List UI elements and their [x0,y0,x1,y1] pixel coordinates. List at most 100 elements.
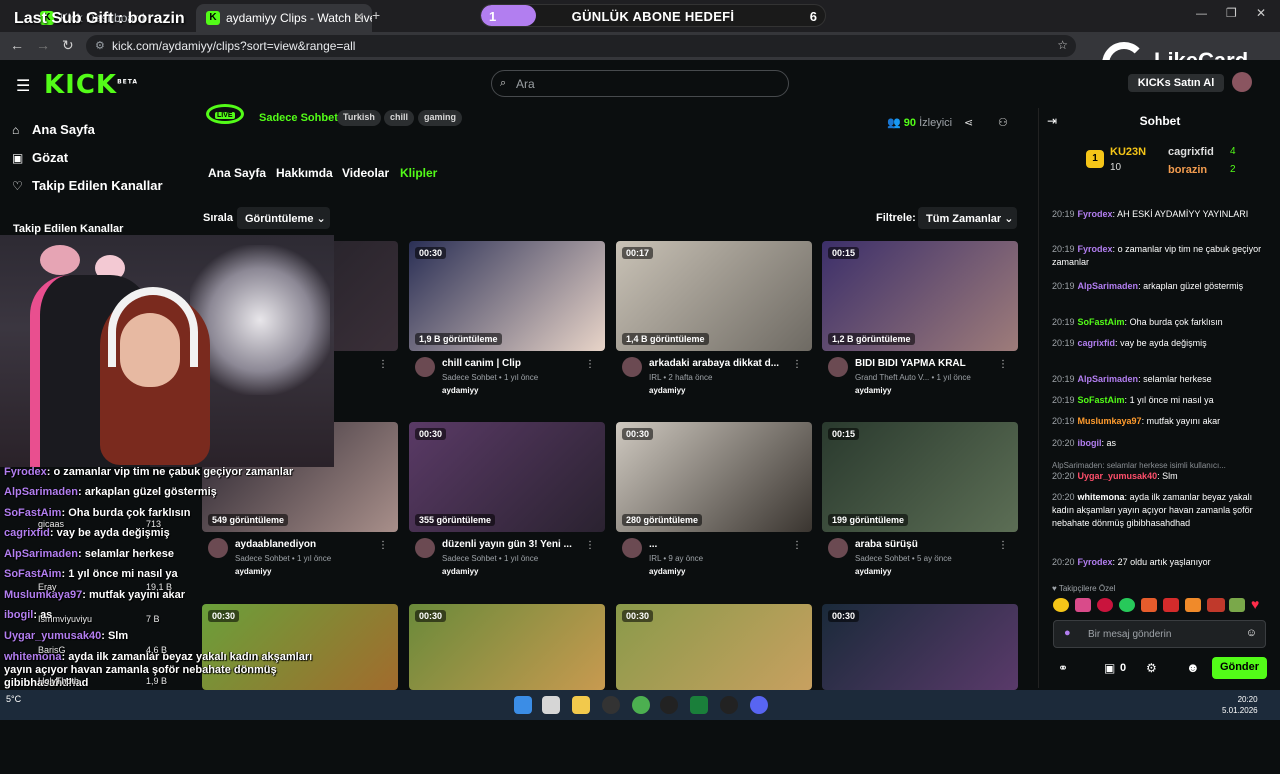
clip-card[interactable]: 00:17 1,4 B görüntüleme arkadaki arabaya d… [616,241,812,411]
app-icon[interactable] [660,696,678,714]
clip-card[interactable]: 00:15 1,2 B görüntüleme BIDI BIDI YAPMA KR… [822,241,1018,411]
back-arrow-icon[interactable]: ← [10,37,24,53]
followed-channel-name[interactable]: Eray [38,582,57,592]
more-options-icon[interactable]: ⋮ [378,540,388,551]
clip-title[interactable]: düzenli yayın gün 3! Yeni ... [442,539,590,550]
clip-card[interactable]: 00:30 [409,604,605,774]
stream-category[interactable]: Sadece Sohbet [259,112,338,124]
app-icon[interactable] [720,696,738,714]
mic-icon[interactable]: ● [1064,627,1071,639]
start-menu-icon[interactable] [514,696,532,714]
clip-author[interactable]: aydamiyy [442,567,478,576]
emote-icon[interactable] [1229,598,1245,612]
gift-icon[interactable]: ▣ [1104,661,1115,675]
search-input[interactable]: ⌕ Ara [491,70,789,97]
discord-icon[interactable] [750,696,768,714]
channel-avatar[interactable] [828,538,848,558]
more-options-icon[interactable]: ⋮ [998,540,1008,551]
clip-author[interactable]: aydamiyy [649,386,685,395]
tag-chill[interactable]: chill [384,110,415,126]
filter-select[interactable]: Tüm Zamanlar ⌄ [918,207,1017,229]
message-username[interactable]: cagrixfid [1078,338,1116,348]
clip-thumbnail[interactable]: 00:30 280 görüntüleme [616,422,812,532]
browser-tab-clips[interactable]: K aydamiyy Clips - Watch Live on Ki ✕ [196,4,372,32]
clip-card[interactable]: 00:30 355 görüntüleme düzenli yayın gün 3!… [409,422,605,592]
followed-channel-name[interactable]: gicaas [38,519,64,529]
message-username[interactable]: SoFastAim [1078,317,1125,327]
message-username[interactable]: ibogil [1078,438,1102,448]
heart-emote-icon[interactable]: ♥ [1251,596,1259,612]
clip-card[interactable]: 00:30 1,9 B görüntüleme chill canim | Clip… [409,241,605,411]
close-tab-icon[interactable]: ✕ [354,10,364,24]
clip-author[interactable]: aydamiyy [855,386,891,395]
message-username[interactable]: Fyrodex [1078,209,1113,219]
emote-icon[interactable] [1163,598,1179,612]
channel-avatar[interactable] [622,357,642,377]
kick-logo[interactable]: KICKBETA [44,70,138,100]
close-window-button[interactable]: ✕ [1256,6,1266,20]
clip-title[interactable]: chill canim | Clip [442,358,590,369]
emote-icon[interactable] [1075,598,1091,612]
message-username[interactable]: AlpSarimaden [1078,374,1139,384]
more-options-icon[interactable]: ⋮ [378,359,388,370]
tab-videos[interactable]: Videolar [342,166,389,180]
site-info-icon[interactable]: ⚙ [95,39,105,52]
system-clock[interactable]: 20:20 5.01.2026 [1222,694,1258,716]
clip-card[interactable]: 00:30 [822,604,1018,774]
message-username[interactable]: Fyrodex [1078,557,1113,567]
followed-channel-name[interactable]: BarisG [38,645,66,655]
chrome-icon[interactable] [632,696,650,714]
file-explorer-icon[interactable] [572,696,590,714]
emote-icon[interactable] [1119,598,1135,612]
clip-card[interactable]: 00:30 [616,604,812,774]
more-options-icon[interactable]: ⋮ [585,540,595,551]
task-view-icon[interactable] [542,696,560,714]
tab-clips[interactable]: Klipler [400,166,437,180]
tag-gaming[interactable]: gaming [418,110,463,126]
more-options-icon[interactable]: ⋮ [792,359,802,370]
clip-thumbnail[interactable]: 00:15 199 görüntüleme [822,422,1018,532]
maximize-button[interactable]: ❐ [1226,6,1237,20]
clip-author[interactable]: aydamiyy [649,567,685,576]
channel-avatar[interactable] [415,538,435,558]
forward-arrow-icon[interactable]: → [36,37,50,53]
clip-thumbnail[interactable]: 00:30 1,9 B görüntüleme [409,241,605,351]
sidebar-item-following[interactable]: ♡ Takip Edilen Kanallar [12,178,163,193]
emoji-icon[interactable]: ☺ [1246,627,1257,639]
weather-widget[interactable]: 5°C [6,694,21,704]
clip-title[interactable]: ... [649,539,797,550]
clip-author[interactable]: aydamiyy [235,567,271,576]
channel-avatar[interactable] [622,538,642,558]
channel-avatar[interactable] [415,357,435,377]
sidebar-item-browse[interactable]: ▣ Gözat [12,150,68,165]
clip-title[interactable]: BIDI BIDI YAPMA KRAL [855,358,1003,369]
share-icon[interactable]: ⋖ [964,116,973,129]
clip-card[interactable]: 00:15 199 görüntüleme araba sürüşü Sadece S… [822,422,1018,592]
settings-gear-icon[interactable]: ⚙ [1146,661,1157,675]
message-username[interactable]: Fyrodex [1078,244,1113,254]
new-tab-button[interactable]: + [372,7,380,23]
buy-kicks-button[interactable]: KICKs Satın Al [1128,74,1224,92]
clip-title[interactable]: aydaablanediyon [235,539,383,550]
follow-user-icon[interactable]: ⚇ [998,116,1008,129]
more-options-icon[interactable]: ⋮ [792,540,802,551]
sidebar-item-home[interactable]: ⌂ Ana Sayfa [12,122,95,137]
clip-thumbnail[interactable]: 00:15 1,2 B görüntüleme [822,241,1018,351]
clip-title[interactable]: arkadaki arabaya dikkat d... [649,358,797,369]
reload-icon[interactable]: ↻ [62,37,74,54]
clip-author[interactable]: aydamiyy [855,567,891,576]
clip-thumbnail[interactable]: 00:17 1,4 B görüntüleme [616,241,812,351]
clip-card[interactable]: 00:30 280 görüntüleme... IRL • 9 ay önce ay… [616,422,812,592]
channel-avatar[interactable] [208,538,228,558]
clip-thumbnail[interactable]: 00:30 [409,604,605,690]
kicks-icon[interactable]: ⚭ [1058,661,1068,675]
url-bar[interactable]: ⚙ kick.com/aydamiyy/clips?sort=view&rang… [86,35,1076,57]
app-icon[interactable] [690,696,708,714]
clip-title[interactable]: araba sürüşü [855,539,1003,550]
minimize-button[interactable]: — [1196,8,1207,20]
message-username[interactable]: AlpSarimaden [1078,281,1139,291]
followed-channel-name[interactable]: HolyThoth [38,676,79,686]
chat-message-input[interactable]: ● Bir mesaj gönderin ☺ [1053,620,1266,648]
emote-icon[interactable] [1097,598,1113,612]
emote-icon[interactable] [1141,598,1157,612]
